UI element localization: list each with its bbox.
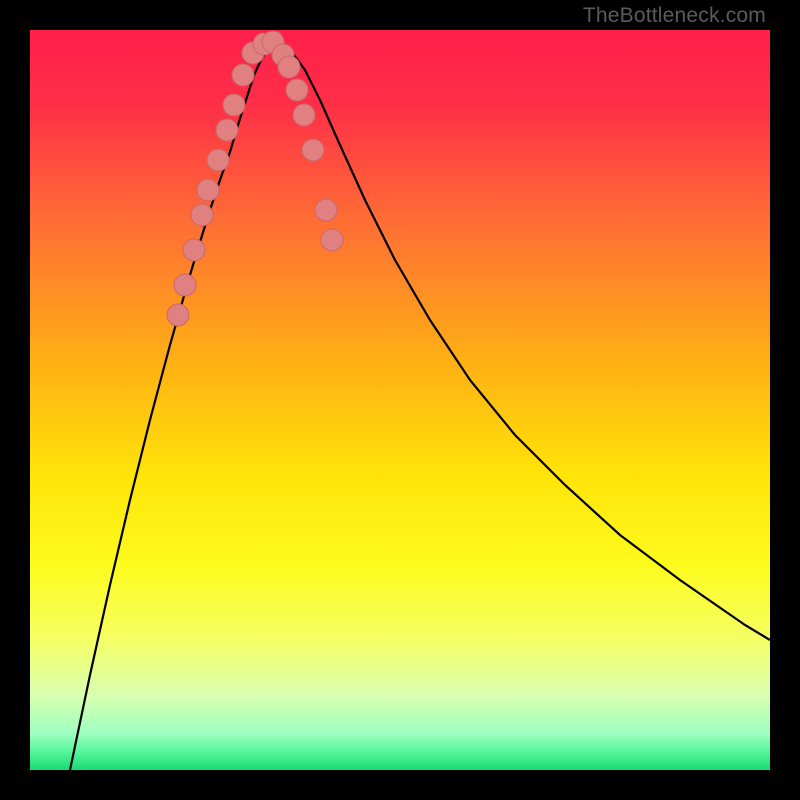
highlight-dot <box>223 94 245 116</box>
outer-frame: TheBottleneck.com <box>0 0 800 800</box>
highlight-dot <box>174 274 196 296</box>
highlight-dot <box>321 229 343 251</box>
highlight-dot <box>183 239 205 261</box>
watermark-text: TheBottleneck.com <box>583 4 766 28</box>
highlight-dot <box>302 139 324 161</box>
gradient-background <box>30 30 770 770</box>
plot-svg <box>30 30 770 770</box>
highlight-dot <box>216 119 238 141</box>
highlight-dot <box>191 204 213 226</box>
highlight-dot <box>286 79 308 101</box>
highlight-dot <box>232 64 254 86</box>
highlight-dot <box>315 199 337 221</box>
highlight-dot <box>167 304 189 326</box>
highlight-dot <box>207 149 229 171</box>
plot-area <box>30 30 770 770</box>
highlight-dot <box>197 179 219 201</box>
highlight-dot <box>293 104 315 126</box>
highlight-dot <box>278 56 300 78</box>
